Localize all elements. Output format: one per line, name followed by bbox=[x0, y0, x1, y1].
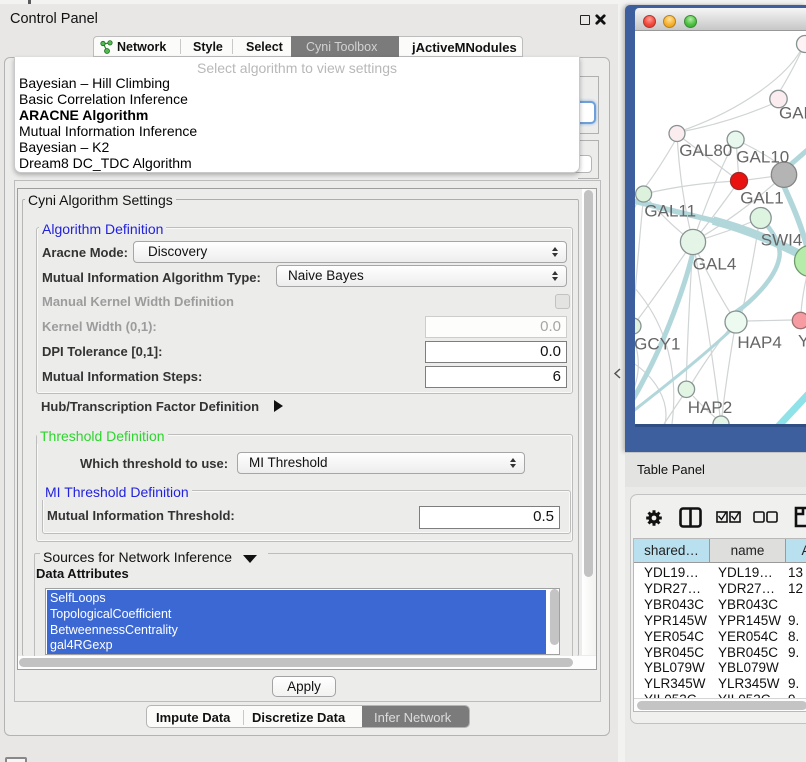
svg-text:GAL80: GAL80 bbox=[679, 141, 732, 160]
svg-text:HAP2: HAP2 bbox=[688, 398, 732, 417]
svg-text:GAL10: GAL10 bbox=[736, 148, 789, 167]
svg-text:SWI4: SWI4 bbox=[761, 231, 803, 250]
svg-text:GCY1: GCY1 bbox=[635, 335, 680, 354]
svg-text:HAP4: HAP4 bbox=[737, 333, 781, 352]
svg-text:Y: Y bbox=[798, 332, 806, 351]
svg-text:GAL1: GAL1 bbox=[740, 189, 783, 208]
svg-text:GAL4: GAL4 bbox=[693, 255, 736, 274]
svg-text:GAL11: GAL11 bbox=[644, 201, 696, 220]
svg-text:GAL2: GAL2 bbox=[779, 104, 806, 123]
